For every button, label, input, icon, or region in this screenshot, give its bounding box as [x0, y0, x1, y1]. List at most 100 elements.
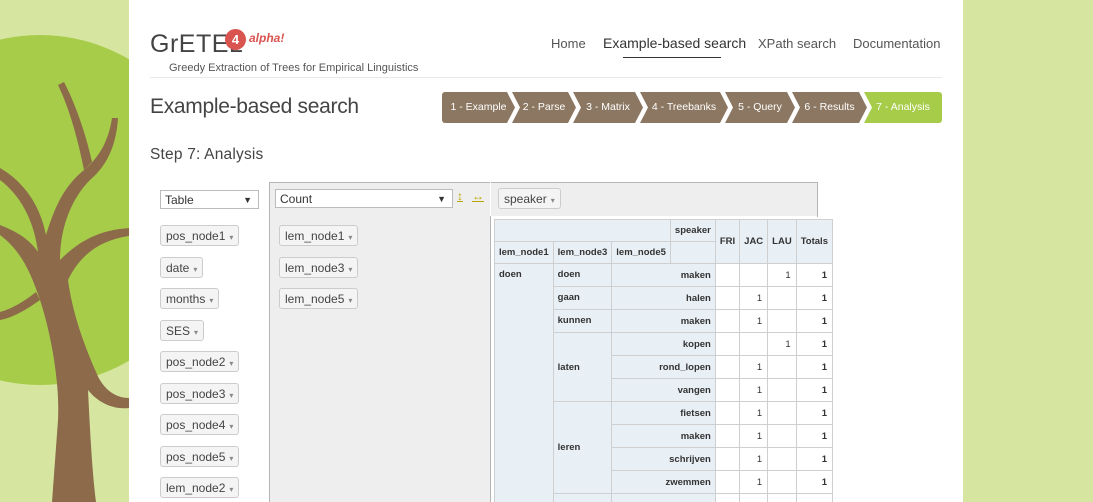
row-attribute-pill-lem_node3[interactable]: lem_node3 ▾: [279, 256, 359, 278]
step-6-results[interactable]: 6 - Results: [792, 92, 867, 123]
step-3-matrix[interactable]: 3 - Matrix: [573, 92, 643, 123]
row-label-lem-node5: maken: [611, 263, 716, 287]
attribute-label: pos_node2: [166, 355, 226, 369]
header-divider: [150, 77, 942, 78]
row-label-lem-node3: doen: [552, 263, 613, 287]
value-cell: [739, 493, 769, 502]
step-2-parse[interactable]: 2 - Parse: [512, 92, 576, 123]
row-total-cell: 1: [795, 332, 833, 356]
row-total-cell: 1: [795, 447, 833, 471]
nav-home[interactable]: Home: [551, 36, 586, 51]
dropdown-arrow-icon[interactable]: ▾: [194, 328, 198, 337]
value-cell: [767, 493, 797, 502]
chevron-down-icon: ▼: [243, 195, 252, 205]
dropdown-arrow-icon[interactable]: ▾: [229, 454, 233, 463]
dropdown-arrow-icon[interactable]: ▾: [193, 265, 197, 274]
dropdown-arrow-icon[interactable]: ▾: [348, 265, 352, 274]
row-total-cell: 1: [795, 401, 833, 425]
renderer-select[interactable]: Table ▼: [160, 190, 259, 209]
alpha-label: alpha!: [249, 31, 285, 45]
row-attribute-pill-lem_node1[interactable]: lem_node1 ▾: [279, 225, 359, 246]
row-label-lem-node3: gaan: [552, 286, 613, 310]
attribute-label: pos_node5: [166, 449, 226, 464]
attribute-pill-SES[interactable]: SES ▾: [160, 319, 205, 341]
value-cell: 1: [739, 447, 769, 471]
nav-xpath-search[interactable]: XPath search: [758, 36, 836, 51]
value-cell: [767, 378, 797, 402]
value-cell: [714, 470, 741, 494]
attribute-pill-pos_node5[interactable]: pos_node5 ▾: [160, 445, 240, 467]
value-cell: [714, 332, 741, 356]
row-attribute-header: lem_node1: [494, 241, 554, 264]
main-page: GrETEL 4 alpha! Greedy Extraction of Tre…: [129, 0, 963, 502]
value-cell: 1: [739, 378, 769, 402]
attribute-label: SES: [166, 323, 191, 338]
row-attribute-pill-lem_node5[interactable]: lem_node5 ▾: [279, 288, 359, 309]
attribute-pill-months[interactable]: months ▾: [160, 288, 220, 309]
value-cell: 1: [739, 286, 769, 310]
value-cell: 1: [739, 401, 769, 425]
attribute-label: pos_node4: [166, 418, 226, 432]
row-attributes-panel: lem_node1 ▾ lem_node3 ▾ lem_node5 ▾: [270, 216, 491, 502]
step-1-example[interactable]: 1 - Example: [442, 92, 515, 123]
row-attribute-header: lem_node5: [611, 241, 671, 264]
row-total-cell: 1: [795, 263, 833, 287]
pivot-result-area: speaker FRI JAC LAU Totals lem_node1 lem_node3…: [491, 216, 833, 502]
row-label-lem-node3: kunnen: [552, 309, 613, 333]
dropdown-arrow-icon[interactable]: ▾: [229, 391, 233, 400]
dropdown-arrow-icon[interactable]: ▾: [229, 233, 233, 242]
dropdown-arrow-icon[interactable]: ▾: [209, 296, 213, 305]
row-total-cell: 1: [795, 355, 833, 379]
value-cell: [767, 309, 797, 333]
column-header: LAU: [767, 219, 797, 264]
renderer-value: Table: [165, 193, 194, 207]
step-7-analysis[interactable]: 7 - Analysis: [864, 92, 942, 123]
column-attribute-pill-speaker[interactable]: speaker ▾: [498, 188, 561, 209]
attribute-pill-lem_node2[interactable]: lem_node2 ▾: [160, 477, 240, 498]
value-cell: 1: [767, 263, 797, 287]
attribute-pill-pos_node4[interactable]: pos_node4 ▾: [160, 414, 240, 435]
aggregator-bar: Count ▼ ↕ ↔: [270, 182, 490, 217]
column-attributes-panel: speaker ▾: [491, 182, 818, 217]
step-4-treebanks[interactable]: 4 - Treebanks: [640, 92, 728, 123]
dropdown-arrow-icon[interactable]: ▾: [348, 233, 352, 242]
column-header: JAC: [739, 219, 769, 264]
step-5-query[interactable]: 5 - Query: [725, 92, 795, 123]
attribute-pill-date[interactable]: date ▾: [160, 256, 204, 278]
value-cell: [714, 424, 741, 448]
nav-documentation[interactable]: Documentation: [853, 36, 940, 51]
row-label-lem-node5: vangen: [611, 378, 716, 402]
dropdown-arrow-icon[interactable]: ▾: [229, 485, 233, 494]
value-cell: [714, 493, 741, 502]
value-cell: 1: [739, 355, 769, 379]
row-label-lem-node5: [611, 493, 716, 502]
value-cell: [739, 263, 769, 287]
row-sort-icon[interactable]: ↕: [457, 189, 463, 203]
row-attribute-header: lem_node3: [552, 241, 613, 264]
attribute-pill-pos_node2[interactable]: pos_node2 ▾: [160, 351, 240, 372]
col-sort-icon[interactable]: ↔: [472, 189, 484, 203]
dropdown-arrow-icon[interactable]: ▾: [551, 196, 555, 205]
nav-example-based-search[interactable]: Example-based search: [603, 35, 746, 51]
row-label-lem-node1: doen: [494, 263, 554, 502]
dropdown-arrow-icon[interactable]: ▾: [229, 359, 233, 368]
dropdown-arrow-icon[interactable]: ▾: [348, 296, 352, 305]
value-cell: [795, 493, 833, 502]
unused-attributes-panel: Table ▼ pos_node1 ▾ date ▾ months ▾ SES ▾ pos_no…: [149, 182, 270, 502]
row-label-lem-node5: halen: [611, 286, 716, 310]
value-cell: 1: [739, 424, 769, 448]
value-cell: [767, 355, 797, 379]
row-label-lem-node5: maken: [611, 309, 716, 333]
attribute-label: months: [166, 292, 206, 306]
row-label-lem-node5: fietsen: [611, 401, 716, 425]
attribute-label: lem_node2: [166, 481, 226, 495]
attribute-pill-pos_node1[interactable]: pos_node1 ▾: [160, 225, 240, 246]
aggregator-select[interactable]: Count ▼: [275, 189, 453, 208]
attribute-label: lem_node1: [285, 229, 345, 243]
left-decoration: [0, 0, 129, 502]
chevron-down-icon: ▼: [437, 194, 446, 204]
value-cell: [714, 355, 741, 379]
dropdown-arrow-icon[interactable]: ▾: [229, 422, 233, 431]
value-cell: [767, 470, 797, 494]
attribute-pill-pos_node3[interactable]: pos_node3 ▾: [160, 382, 240, 404]
